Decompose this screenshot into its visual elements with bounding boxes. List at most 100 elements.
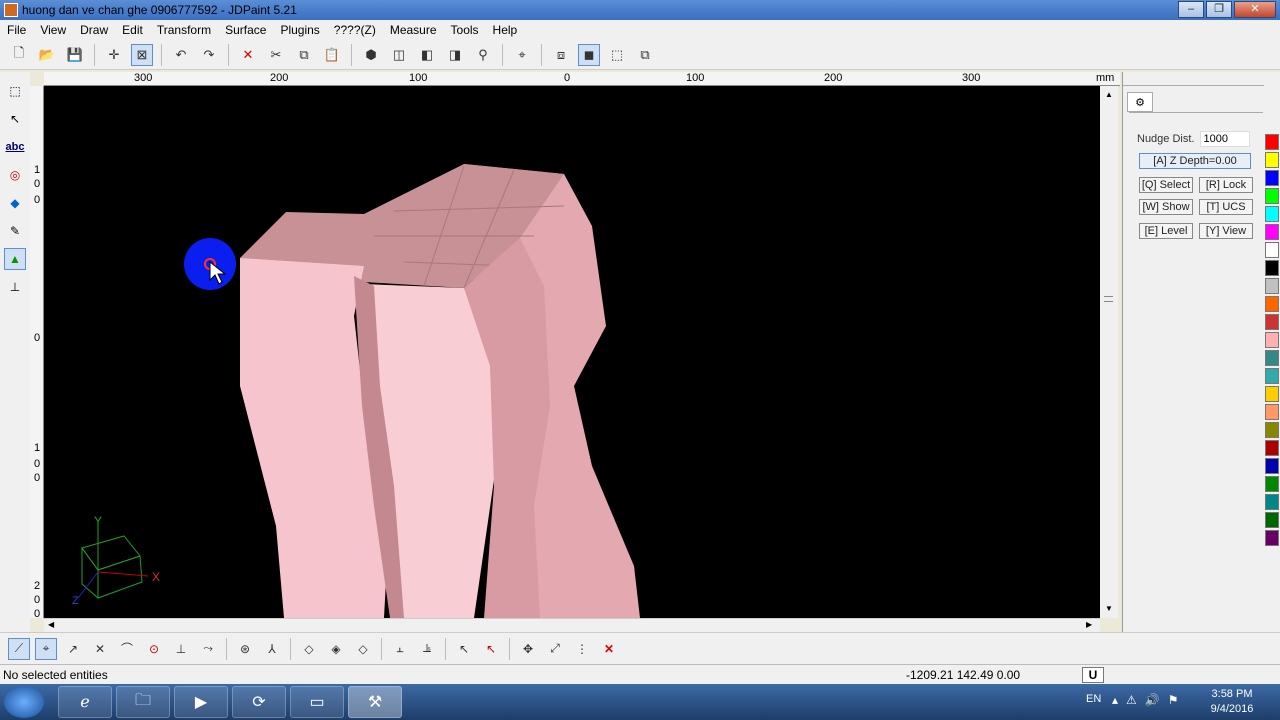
nudge-input[interactable] <box>1200 131 1251 147</box>
delete-icon[interactable]: ✕ <box>237 44 259 66</box>
color-swatch[interactable] <box>1265 242 1279 258</box>
new-icon[interactable]: 🗋 <box>8 44 30 66</box>
3d-viewport[interactable]: Y X Z <box>44 86 1100 618</box>
axis-snap-icon[interactable]: ⅄ <box>261 638 283 660</box>
ie-icon[interactable]: ℯ <box>58 686 112 718</box>
color-swatch[interactable] <box>1265 512 1279 528</box>
screen-icon[interactable]: ▭ <box>290 686 344 718</box>
menu-z[interactable]: ????(Z) <box>327 23 383 37</box>
jdpaint-icon[interactable]: ⚒ <box>348 686 402 718</box>
menu-plugins[interactable]: Plugins <box>273 23 326 37</box>
scroll-down-icon[interactable]: ▼ <box>1105 604 1113 613</box>
render-icon[interactable]: ⧉ <box>634 44 656 66</box>
start-button[interactable] <box>4 686 44 718</box>
select-button[interactable]: [Q] Select <box>1139 177 1193 193</box>
scroll-right-icon[interactable]: ▶ <box>1086 620 1092 629</box>
copy-icon[interactable]: ⧉ <box>293 44 315 66</box>
plane2-icon[interactable]: ⫡ <box>416 638 438 660</box>
smart-snap-icon[interactable]: ⌖ <box>35 637 57 660</box>
menu-edit[interactable]: Edit <box>115 23 150 37</box>
perp-snap-icon[interactable]: ⊥ <box>170 638 192 660</box>
menu-transform[interactable]: Transform <box>150 23 218 37</box>
vertical-scrollbar[interactable]: ▲ ▼ <box>1100 86 1118 618</box>
box2-icon[interactable]: ◧ <box>416 44 438 66</box>
diamond1-icon[interactable]: ◇ <box>298 638 320 660</box>
ucs-button[interactable]: [T] UCS <box>1199 199 1253 215</box>
menu-tools[interactable]: Tools <box>444 23 486 37</box>
select-window-icon[interactable]: ⊠ <box>131 43 153 66</box>
tangent-snap-icon[interactable]: ⤳ <box>197 638 219 660</box>
paint-tool-icon[interactable]: ✎ <box>4 220 26 242</box>
color-swatch[interactable] <box>1265 332 1279 348</box>
scroll-up-icon[interactable]: ▲ <box>1105 90 1113 99</box>
color-swatch[interactable] <box>1265 404 1279 420</box>
menu-view[interactable]: View <box>33 23 73 37</box>
measure-tool-icon[interactable]: ⊥ <box>4 276 26 298</box>
select-tool-icon[interactable]: ⬚ <box>4 80 26 102</box>
color-swatch[interactable] <box>1265 458 1279 474</box>
menu-surface[interactable]: Surface <box>218 23 273 37</box>
panel-tab-icon[interactable]: ⚙ <box>1127 92 1153 112</box>
show-button[interactable]: [W] Show <box>1139 199 1193 215</box>
color-swatch[interactable] <box>1265 314 1279 330</box>
node-edit-icon[interactable]: ↖ <box>4 108 26 130</box>
axes-icon[interactable]: ⌖ <box>511 44 533 66</box>
move-icon[interactable]: ✥ <box>517 638 539 660</box>
z-depth-button[interactable]: [A] Z Depth=0.00 <box>1139 153 1251 169</box>
unpick-icon[interactable]: ↖ <box>480 638 502 660</box>
shape-tool-icon[interactable]: ◎ <box>4 164 26 186</box>
color-swatch[interactable] <box>1265 278 1279 294</box>
scroll-thumb[interactable] <box>1104 296 1113 302</box>
line-snap-icon[interactable]: ⟋ <box>8 637 30 660</box>
menu-measure[interactable]: Measure <box>383 23 444 37</box>
arc-snap-icon[interactable]: ⌒ <box>116 638 138 660</box>
color-swatch[interactable] <box>1265 350 1279 366</box>
horizontal-scrollbar[interactable]: ◀ ▶ <box>44 618 1100 632</box>
color-swatch[interactable] <box>1265 296 1279 312</box>
pick-icon[interactable]: ↖ <box>453 638 475 660</box>
color-swatch[interactable] <box>1265 206 1279 222</box>
box-icon[interactable]: ◫ <box>388 44 410 66</box>
menu-help[interactable]: Help <box>486 23 525 37</box>
close-button[interactable]: ✕ <box>1234 1 1276 18</box>
units-button[interactable]: U <box>1082 667 1104 683</box>
redo-icon[interactable]: ↷ <box>198 44 220 66</box>
color-swatch[interactable] <box>1265 134 1279 150</box>
view-icon[interactable]: ⚲ <box>472 44 494 66</box>
text-tool-icon[interactable]: abc <box>4 136 26 158</box>
color-swatch[interactable] <box>1265 260 1279 276</box>
layers-icon[interactable]: ⧈ <box>550 44 572 66</box>
minimize-button[interactable]: ‒ <box>1178 1 1204 18</box>
shade-icon[interactable]: ◼ <box>578 43 600 66</box>
color-swatch[interactable] <box>1265 440 1279 456</box>
surface-tool-icon[interactable]: ▲ <box>4 248 26 270</box>
diamond2-icon[interactable]: ◈ <box>325 638 347 660</box>
color-swatch[interactable] <box>1265 368 1279 384</box>
color-swatch[interactable] <box>1265 530 1279 546</box>
center-snap-icon[interactable]: ⊙ <box>143 638 165 660</box>
lock-button[interactable]: [R] Lock <box>1199 177 1253 193</box>
language-indicator[interactable]: EN <box>1086 693 1101 705</box>
endpoint-snap-icon[interactable]: ↗ <box>62 638 84 660</box>
open-icon[interactable]: 📂 <box>36 44 58 66</box>
scale-icon[interactable]: ⤢ <box>544 638 566 660</box>
intersect-snap-icon[interactable]: ✕ <box>89 638 111 660</box>
cut-icon[interactable]: ✂ <box>265 44 287 66</box>
maximize-button[interactable]: ❐ <box>1206 1 1232 18</box>
color-swatch[interactable] <box>1265 476 1279 492</box>
color-swatch[interactable] <box>1265 494 1279 510</box>
color-swatch[interactable] <box>1265 188 1279 204</box>
diamond3-icon[interactable]: ◇ <box>352 638 374 660</box>
color-swatch[interactable] <box>1265 152 1279 168</box>
app-green-icon[interactable]: ⟳ <box>232 686 286 718</box>
view-button[interactable]: [Y] View <box>1199 223 1253 239</box>
solid-icon[interactable]: ⬢ <box>360 44 382 66</box>
menu-file[interactable]: File <box>0 23 33 37</box>
wire-icon[interactable]: ⬚ <box>606 44 628 66</box>
color-swatch[interactable] <box>1265 224 1279 240</box>
clock[interactable]: 3:58 PM 9/4/2016 <box>1202 687 1262 717</box>
level-button[interactable]: [E] Level <box>1139 223 1193 239</box>
grid-snap-icon[interactable]: ⊛ <box>234 638 256 660</box>
color-swatch[interactable] <box>1265 422 1279 438</box>
crosshair-icon[interactable]: ✛ <box>103 44 125 66</box>
